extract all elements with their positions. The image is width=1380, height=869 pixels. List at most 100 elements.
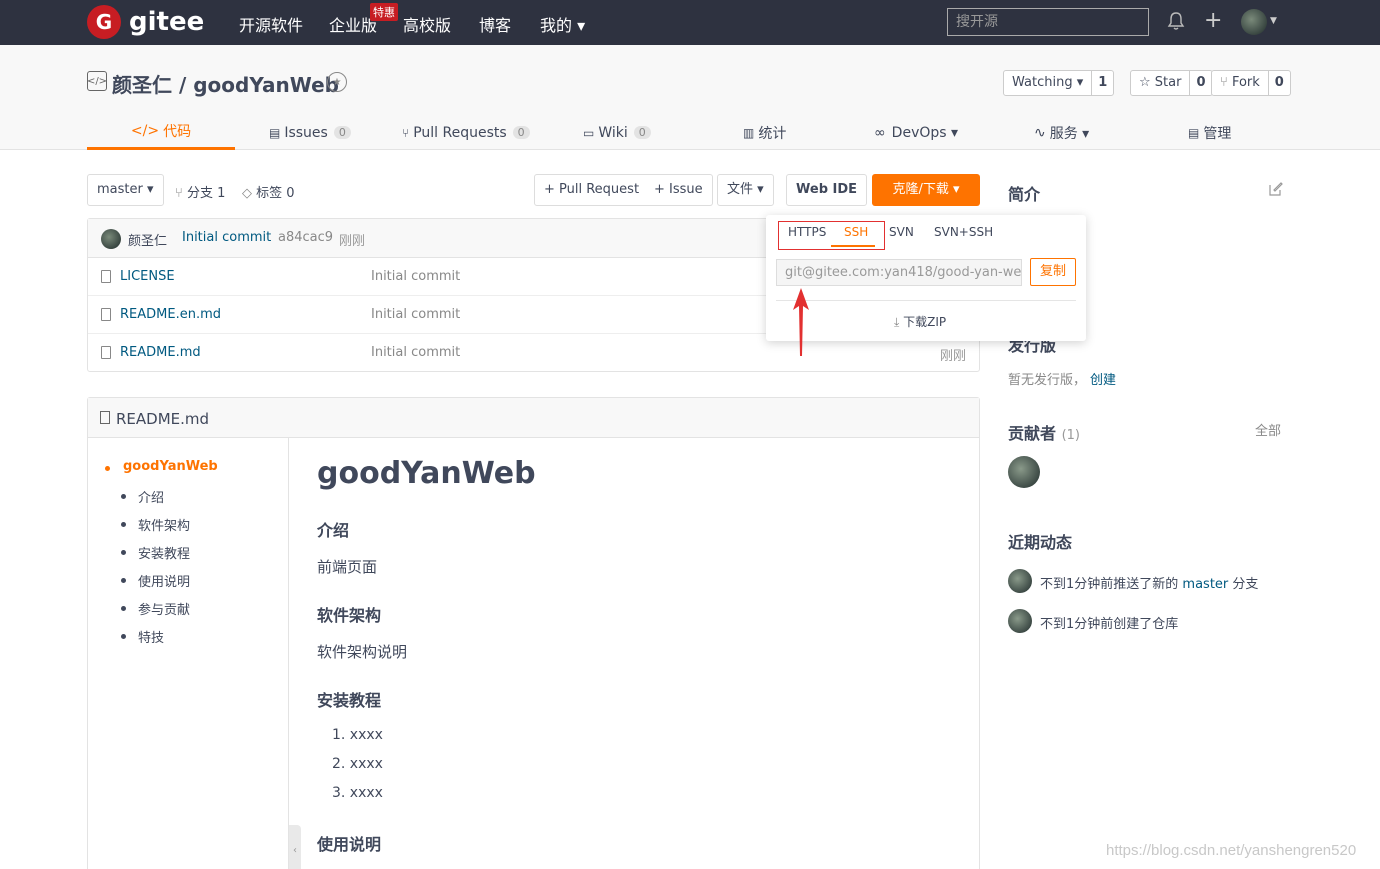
nav-open-source[interactable]: 开源软件 [239, 12, 303, 36]
file-icon [101, 346, 111, 359]
watch-count[interactable]: 1 [1092, 71, 1113, 95]
protocol-tab-svn-ssh[interactable]: SVN+SSH [934, 225, 993, 239]
top-navbar: G gitee 开源软件 企业版 特惠 高校版 博客 我的 ▾ 搜开源 + ▼ [0, 0, 1380, 45]
download-icon: ⤓ [894, 315, 904, 329]
clone-url-input[interactable]: git@gitee.com:yan418/good-yan-web [776, 259, 1022, 286]
download-zip-link[interactable]: ⤓ 下载ZIP [894, 313, 946, 330]
stats-icon: ▥ [743, 125, 755, 140]
fork-count[interactable]: 0 [1269, 71, 1290, 95]
nav-blog[interactable]: 博客 [479, 12, 511, 36]
toc-item[interactable]: 使用说明 [138, 571, 190, 590]
file-name[interactable]: README.en.md [120, 307, 221, 322]
commit-message[interactable]: Initial commit [182, 230, 271, 245]
toc-item[interactable]: 特技 [138, 627, 164, 646]
logo-text: gitee [129, 7, 205, 37]
fork-label[interactable]: ⑂ Fork [1212, 71, 1269, 95]
readme-heading: 介绍 [317, 521, 350, 540]
toc-bullet [121, 634, 126, 639]
toc-bullet [121, 578, 126, 583]
chevron-down-icon[interactable]: ▼ [1270, 16, 1277, 26]
gitee-logo[interactable]: G gitee [87, 5, 204, 39]
bell-icon[interactable] [1166, 11, 1186, 31]
branch-select[interactable]: master ▾ [87, 174, 164, 206]
clone-download-button[interactable]: 克隆/下载 ▾ [872, 174, 980, 206]
tab-issues[interactable]: ▤ Issues 0 [269, 115, 351, 150]
toc-bullet [121, 522, 126, 527]
tab-wiki-label: Wiki [598, 124, 628, 141]
file-commit-message[interactable]: Initial commit [371, 345, 460, 360]
avatar[interactable] [1008, 456, 1040, 488]
create-release-link[interactable]: 创建 [1090, 373, 1116, 388]
user-avatar[interactable] [1241, 9, 1267, 35]
commit-author[interactable]: 颜圣仁 [128, 230, 167, 249]
nav-university[interactable]: 高校版 [403, 12, 451, 36]
star-button[interactable]: ☆ Star 0 [1130, 70, 1213, 96]
contributors-all-link[interactable]: 全部 [1255, 420, 1281, 439]
new-issue-button[interactable]: + Issue [645, 174, 713, 206]
activity-text: 不到1分钟前推送了新的 [1040, 577, 1179, 592]
tab-service-label: 服务 ▾ [1049, 125, 1090, 142]
file-commit-message[interactable]: Initial commit [371, 269, 460, 284]
activity-branch-link[interactable]: master [1182, 577, 1228, 592]
toc-item[interactable]: 安装教程 [138, 543, 190, 562]
toc-bullet [121, 550, 126, 555]
file-name[interactable]: README.md [120, 345, 201, 360]
fork-button[interactable]: ⑂ Fork 0 [1211, 70, 1291, 96]
toc-item[interactable]: 介绍 [138, 487, 164, 506]
search-input[interactable]: 搜开源 [947, 8, 1149, 36]
readme-paragraph: 软件架构说明 [317, 643, 408, 661]
star-label[interactable]: ☆ Star [1131, 71, 1191, 95]
promo-badge: 特惠 [370, 3, 398, 21]
clone-popup: HTTPS SSH SVN SVN+SSH git@gitee.com:yan4… [766, 215, 1086, 341]
new-pull-request-button[interactable]: + Pull Request [534, 174, 650, 206]
file-icon [101, 270, 111, 283]
list-item: 2. xxxx [332, 756, 383, 772]
edit-icon[interactable] [1268, 181, 1284, 197]
toc-item-top[interactable]: goodYanWeb [123, 459, 218, 474]
file-menu-button[interactable]: 文件 ▾ [717, 174, 774, 206]
plus-icon[interactable]: + [1204, 10, 1222, 32]
toc-item[interactable]: 软件架构 [138, 515, 190, 534]
repo-tabs: </> 代码 ▤ Issues 0 ⑂ Pull Requests 0 ▭ Wiki 0 ▥ 统… [87, 115, 1287, 150]
copy-button[interactable]: 复制 [1030, 258, 1076, 286]
tab-stats[interactable]: ▥ 统计 [743, 115, 786, 150]
commit-hash[interactable]: a84cac9 [278, 230, 333, 245]
nav-mine[interactable]: 我的 ▾ [540, 12, 585, 36]
toc-item[interactable]: 参与贡献 [138, 599, 190, 618]
repo-title[interactable]: 颜圣仁 / goodYanWeb [112, 69, 339, 98]
tab-wiki[interactable]: ▭ Wiki 0 [583, 115, 651, 150]
protocol-tab-svn[interactable]: SVN [889, 225, 914, 239]
tab-devops-label: DevOps ▾ [891, 124, 959, 141]
readme-toc: goodYanWeb 介绍 软件架构 安装教程 使用说明 参与贡献 特技 [88, 438, 289, 869]
watch-button[interactable]: Watching ▾ 1 [1003, 70, 1115, 96]
intro-title: 简介 [1008, 185, 1041, 204]
pr-icon: ⑂ [402, 125, 410, 140]
toc-collapse-handle[interactable]: ‹ [289, 825, 301, 869]
tab-service[interactable]: ∿ 服务 ▾ [1034, 115, 1089, 150]
branches-label: 分支 1 [186, 186, 226, 201]
file-name[interactable]: LICENSE [120, 269, 175, 284]
document-icon [100, 411, 110, 424]
tab-devops[interactable]: ∞ DevOps ▾ [874, 115, 958, 150]
recommend-badge-icon[interactable]: ★ [327, 72, 347, 92]
tags-link[interactable]: ◇ 标签 0 [242, 182, 295, 201]
tab-code[interactable]: </> 代码 [87, 115, 235, 150]
file-time: 刚刚 [939, 349, 966, 364]
watch-label[interactable]: Watching ▾ [1004, 71, 1093, 95]
wiki-icon: ▭ [583, 125, 595, 140]
file-commit-message[interactable]: Initial commit [371, 307, 460, 322]
avatar[interactable] [1008, 609, 1032, 633]
avatar[interactable] [1008, 569, 1032, 593]
branches-link[interactable]: ⑂ 分支 1 [175, 182, 225, 201]
avatar[interactable] [101, 229, 121, 249]
star-count[interactable]: 0 [1190, 71, 1211, 95]
activity-title: 近期动态 [1008, 533, 1073, 552]
tab-manage[interactable]: ▤ 管理 [1188, 115, 1231, 150]
release-text: 暂无发行版， [1008, 373, 1087, 388]
manage-icon: ▤ [1188, 125, 1200, 140]
service-icon: ∿ [1034, 124, 1046, 141]
file-icon [101, 308, 111, 321]
contributors-count: (1) [1061, 428, 1081, 443]
web-ide-button[interactable]: Web IDE [786, 174, 868, 206]
tab-pull-requests[interactable]: ⑂ Pull Requests 0 [402, 115, 530, 150]
